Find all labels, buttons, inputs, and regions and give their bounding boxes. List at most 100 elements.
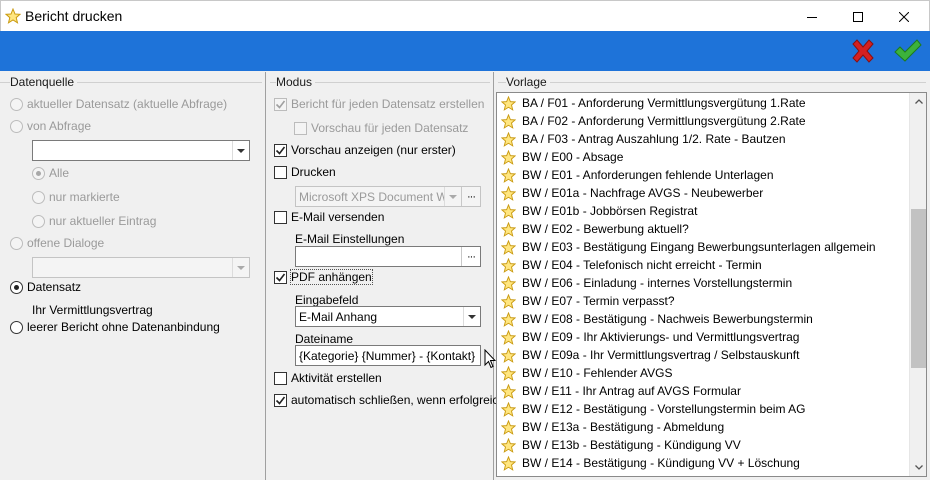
radio-leerer-bericht[interactable]: leerer Bericht ohne Datenanbindung <box>10 320 220 334</box>
chevron-down-icon[interactable] <box>444 187 461 206</box>
star-icon <box>501 239 516 255</box>
radio-button[interactable] <box>32 190 45 204</box>
checkbox[interactable] <box>274 165 287 179</box>
list-item[interactable]: BW / E00 - Absage <box>497 148 623 166</box>
list-item[interactable]: BW / E08 - Bestätigung - Nachweis Bewerb… <box>497 310 813 328</box>
scroll-down-button[interactable] <box>910 459 926 476</box>
star-icon <box>5 8 21 24</box>
radio-alle[interactable]: Alle <box>32 166 69 180</box>
list-item[interactable]: BW / E02 - Bewerbung aktuell? <box>497 220 689 238</box>
radio-button[interactable] <box>10 320 23 334</box>
list-item[interactable]: BW / E14 - Bestätigung - Kündigung VV + … <box>497 454 800 472</box>
checkbox[interactable] <box>274 143 287 157</box>
vorlage-list[interactable]: BA / F01 - Anforderung Vermittlungsvergü… <box>496 92 927 477</box>
list-item[interactable]: BW / E13b - Bestätigung - Kündigung VV <box>497 436 741 454</box>
scroll-up-button[interactable] <box>910 93 926 110</box>
list-item[interactable]: BW / E06 - Einladung - internes Vorstell… <box>497 274 792 292</box>
list-item[interactable]: BA / F01 - Anforderung Vermittlungsvergü… <box>497 94 806 112</box>
star-icon <box>501 347 516 363</box>
list-item[interactable]: BW / E13a - Bestätigung - Abmeldung <box>497 418 724 436</box>
list-item[interactable]: BA / F02 - Anforderung Vermittlungsvergü… <box>497 112 806 130</box>
list-item-label: BW / E01a - Nachfrage AVGS - Neubewerber <box>522 186 764 200</box>
chevron-up-icon <box>914 99 923 104</box>
radio-button[interactable] <box>32 166 45 180</box>
star-icon <box>501 203 516 219</box>
check-email-versenden[interactable]: E-Mail versenden <box>274 210 384 224</box>
list-item[interactable]: BW / E09a - Ihr Vermittlungsvertrag / Se… <box>497 346 799 364</box>
star-icon <box>501 419 516 435</box>
checkbox[interactable] <box>274 97 287 111</box>
star-icon <box>501 185 516 201</box>
vorlage-header: Vorlage <box>494 72 930 92</box>
checkbox[interactable] <box>274 393 287 407</box>
green-check-icon <box>894 39 922 62</box>
list-item[interactable]: BW / E07 - Termin verpasst? <box>497 292 675 310</box>
email-ellipsis-button[interactable]: ··· <box>461 247 480 266</box>
radio-aktueller-datensatz[interactable]: aktueller Datensatz (aktuelle Abfrage) <box>10 97 227 111</box>
check-automatisch-schliessen[interactable]: automatisch schließen, wenn erfolgreich <box>274 393 505 407</box>
dialoge-select[interactable] <box>32 257 250 278</box>
cancel-button[interactable] <box>846 35 880 67</box>
radio-datensatz[interactable]: Datensatz <box>10 280 81 294</box>
list-item[interactable]: BW / E03 - Bestätigung Eingang Bewerbung… <box>497 238 876 256</box>
list-item[interactable]: BW / E09 - Ihr Aktivierungs- und Vermitt… <box>497 328 799 346</box>
abfrage-select[interactable] <box>32 140 250 161</box>
list-item-label: BW / E13a - Bestätigung - Abmeldung <box>522 420 725 434</box>
list-item-label: BW / E11 - Ihr Antrag auf AVGS Formular <box>522 384 741 398</box>
list-item[interactable]: BW / E01a - Nachfrage AVGS - Neubewerber <box>497 184 763 202</box>
radio-button[interactable] <box>10 236 23 250</box>
list-item[interactable]: BA / F03 - Antrag Auszahlung 1/2. Rate -… <box>497 130 786 148</box>
radio-button[interactable] <box>10 97 23 111</box>
star-icon <box>501 437 516 453</box>
star-icon <box>501 131 516 147</box>
checkbox[interactable] <box>294 121 307 135</box>
list-item-label: BW / E01b - Jobbörsen Registrat <box>522 204 698 218</box>
eingabefeld-label: Eingabefeld <box>295 293 359 307</box>
chevron-down-icon[interactable] <box>232 258 249 277</box>
list-item[interactable]: BW / E01b - Jobbörsen Registrat <box>497 202 697 220</box>
star-icon <box>501 275 516 291</box>
check-vorschau-je-datensatz[interactable]: Vorschau für jeden Datensatz <box>294 121 468 135</box>
maximize-button[interactable] <box>835 1 881 32</box>
radio-nur-aktueller-eintrag[interactable]: nur aktueller Eintrag <box>32 214 156 228</box>
radio-offene-dialoge[interactable]: offene Dialoge <box>10 236 104 250</box>
radio-button[interactable] <box>10 119 23 133</box>
check-aktivitaet-erstellen[interactable]: Aktivität erstellen <box>274 371 382 385</box>
check-bericht-je-datensatz[interactable]: Bericht für jeden Datensatz erstellen <box>274 97 484 111</box>
dateiname-input[interactable]: {Kategorie} {Nummer} - {Kontakt} <box>295 345 481 366</box>
minimize-button[interactable] <box>789 1 835 32</box>
checkbox[interactable] <box>274 270 287 284</box>
check-vorschau-anzeigen[interactable]: Vorschau anzeigen (nur erster) <box>274 143 456 157</box>
red-x-icon <box>852 39 874 63</box>
radio-button[interactable] <box>10 280 23 294</box>
list-item[interactable]: BW / E01 - Anforderungen fehlende Unterl… <box>497 166 774 184</box>
star-icon <box>501 149 516 165</box>
ok-button[interactable] <box>890 35 924 67</box>
check-pdf-anhaengen[interactable]: PDF anhängen <box>274 269 373 285</box>
list-item[interactable]: BW / E11 - Ihr Antrag auf AVGS Formular <box>497 382 741 400</box>
drucker-ellipsis-button[interactable]: ··· <box>461 187 480 206</box>
scroll-thumb[interactable] <box>911 209 926 368</box>
star-icon <box>501 383 516 399</box>
radio-von-abfrage[interactable]: von Abfrage <box>10 119 91 133</box>
close-button[interactable] <box>881 1 927 32</box>
list-item-label: BW / E06 - Einladung - internes Vorstell… <box>522 276 793 290</box>
list-item[interactable]: BW / E12 - Bestätigung - Vorstellungster… <box>497 400 805 418</box>
eingabefeld-select[interactable]: E-Mail Anhang <box>295 306 481 327</box>
radio-button[interactable] <box>32 214 45 228</box>
check-drucken[interactable]: Drucken <box>274 165 336 179</box>
checkbox[interactable] <box>274 371 287 385</box>
drucker-select[interactable]: Microsoft XPS Document Wr... ··· <box>295 186 481 207</box>
star-icon <box>501 329 516 345</box>
chevron-down-icon[interactable] <box>463 307 480 326</box>
list-item-label: BW / E03 - Bestätigung Eingang Bewerbung… <box>522 240 876 254</box>
vertical-scrollbar[interactable] <box>909 93 926 476</box>
chevron-down-icon[interactable] <box>232 141 249 160</box>
email-einstellungen-label: E-Mail Einstellungen <box>295 232 405 246</box>
list-item-label: BA / F03 - Antrag Auszahlung 1/2. Rate -… <box>522 132 786 146</box>
checkbox[interactable] <box>274 210 287 224</box>
email-einstellungen-field[interactable]: ··· <box>295 246 481 267</box>
list-item[interactable]: BW / E04 - Telefonisch nicht erreicht - … <box>497 256 762 274</box>
list-item[interactable]: BW / E10 - Fehlender AVGS <box>497 364 673 382</box>
radio-nur-markierte[interactable]: nur markierte <box>32 190 120 204</box>
